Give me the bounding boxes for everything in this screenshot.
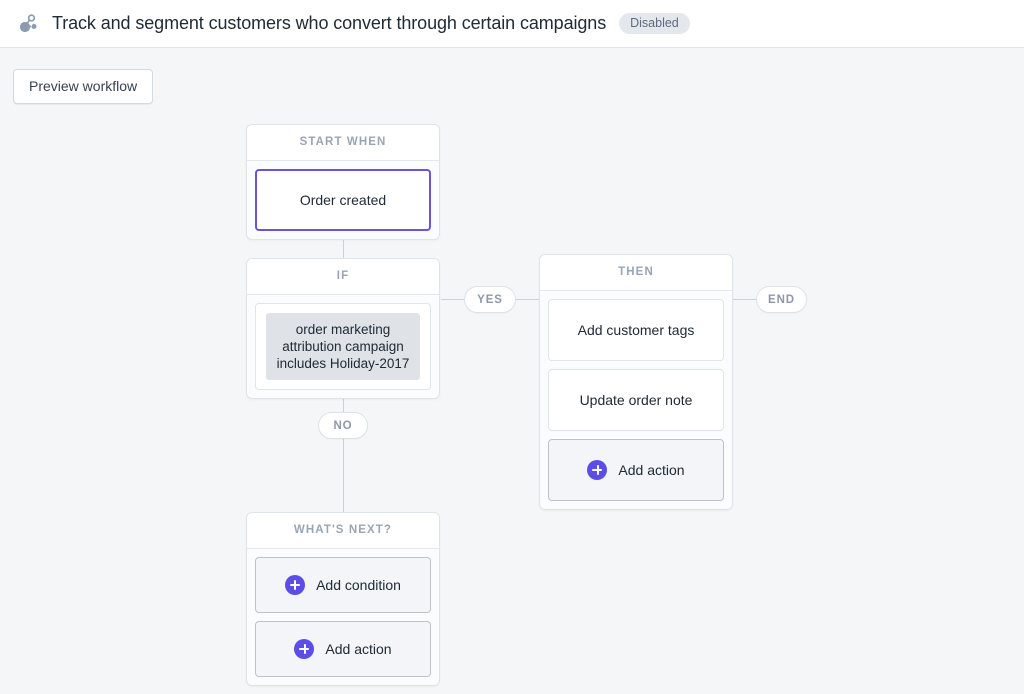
connector-if-to-yes bbox=[441, 299, 464, 300]
next-add-action-button[interactable]: Add action bbox=[255, 620, 431, 677]
plus-circle-icon bbox=[285, 574, 306, 595]
app-header: Track and segment customers who convert … bbox=[0, 0, 1024, 48]
whats-next-header: WHAT'S NEXT? bbox=[247, 513, 439, 549]
action-add-customer-tags[interactable]: Add customer tags bbox=[548, 298, 724, 361]
plus-circle-icon bbox=[587, 459, 608, 480]
condition-text: order marketing attribution campaign inc… bbox=[266, 312, 420, 380]
then-body: Add customer tags Update order note Add … bbox=[540, 291, 732, 509]
connector-yes-to-then bbox=[516, 299, 540, 300]
page-title: Track and segment customers who convert … bbox=[52, 13, 607, 33]
if-node: IF order marketing attribution campaign … bbox=[246, 258, 440, 399]
branch-pill-yes: YES bbox=[464, 286, 516, 313]
if-header: IF bbox=[247, 259, 439, 295]
whats-next-body: Add condition Add action bbox=[247, 549, 439, 685]
then-add-action-label: Add action bbox=[618, 461, 685, 478]
workflow-nodes-icon bbox=[19, 13, 37, 32]
status-badge: Disabled bbox=[619, 12, 690, 35]
trigger-order-created[interactable]: Order created bbox=[255, 168, 431, 231]
next-add-action-label: Add action bbox=[325, 640, 392, 657]
start-when-node: START WHEN Order created bbox=[246, 124, 440, 240]
whats-next-node: WHAT'S NEXT? Add condition Add action bbox=[246, 512, 440, 686]
add-condition-label: Add condition bbox=[316, 576, 401, 593]
workflow-canvas: START WHEN Order created IF order market… bbox=[0, 48, 1024, 694]
action-update-order-note[interactable]: Update order note bbox=[548, 368, 724, 431]
condition-card[interactable]: order marketing attribution campaign inc… bbox=[255, 302, 431, 390]
then-header: THEN bbox=[540, 255, 732, 291]
then-add-action-button[interactable]: Add action bbox=[548, 438, 724, 501]
start-when-body: Order created bbox=[247, 161, 439, 239]
connector-then-to-end bbox=[733, 299, 756, 300]
add-condition-button[interactable]: Add condition bbox=[255, 556, 431, 613]
branch-pill-end: END bbox=[756, 286, 807, 313]
if-body: order marketing attribution campaign inc… bbox=[247, 295, 439, 398]
then-node: THEN Add customer tags Update order note… bbox=[539, 254, 733, 510]
branch-pill-no: NO bbox=[318, 412, 368, 439]
start-when-header: START WHEN bbox=[247, 125, 439, 161]
plus-circle-icon bbox=[294, 638, 315, 659]
